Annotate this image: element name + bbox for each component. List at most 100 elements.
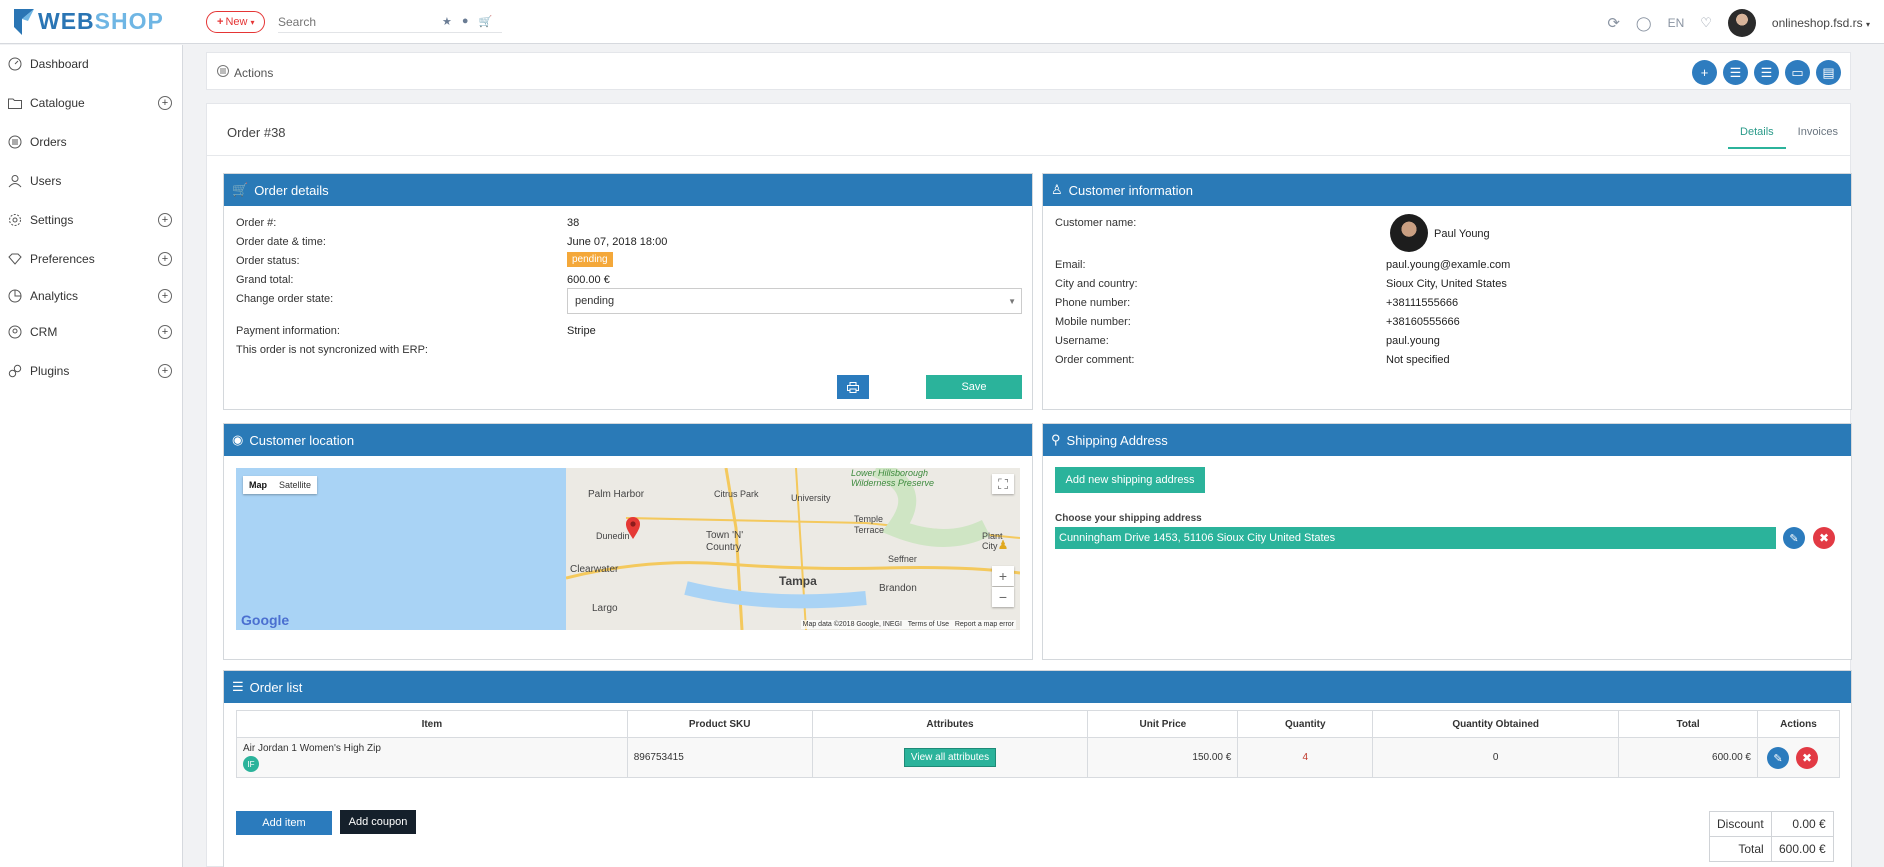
map-label: Temple Terrace [854,514,885,535]
save-button[interactable]: Save [926,375,1022,399]
sidebar-item-label: Plugins [30,364,70,378]
order-state-select[interactable]: pending ▼ [567,288,1022,314]
map-tab[interactable]: Map [243,476,273,494]
delete-item-button[interactable]: ✖ [1795,747,1818,769]
pencil-icon: ✎ [1789,532,1799,545]
discount-row: Discount 0.00 € [1709,811,1834,837]
sidebar-item-analytics[interactable]: Analytics + [0,283,183,309]
add-coupon-button[interactable]: Add coupon [340,810,416,834]
sidebar-item-users[interactable]: Users [0,168,183,194]
search-input[interactable] [278,14,438,29]
order-details-header: 🛒 Order details [224,174,1032,206]
expand-icon[interactable]: + [158,213,172,227]
actions-label[interactable]: Actions [217,65,273,80]
column-header-quantity-obtained[interactable]: Quantity Obtained [1372,710,1620,738]
street-view-icon[interactable]: ♟ [992,535,1014,555]
change-state-label: Change order state: [236,293,334,305]
document-icon[interactable]: ▤ [1816,60,1841,85]
delete-address-button[interactable]: ✖ [1813,527,1835,549]
user-menu[interactable]: onlineshop.fsd.rs ▾ [1772,16,1870,30]
page-title: Order #38 [227,125,286,140]
cart-icon[interactable]: 🛒 [479,15,493,28]
map-label: Clearwater [570,564,619,575]
report-link[interactable]: Report a map error [955,621,1014,628]
sidebar-item-catalogue[interactable]: Catalogue + [0,90,183,116]
expand-icon[interactable]: + [158,325,172,339]
fullscreen-icon[interactable]: ⛶ [992,474,1014,494]
pie-chart-icon [7,288,23,304]
bell-icon[interactable]: ♡ [1700,15,1712,31]
order-status-label: Order status: [236,255,300,267]
sidebar-item-plugins[interactable]: Plugins + [0,358,183,384]
sync-icon[interactable]: ⟳ [1607,14,1620,32]
star-icon[interactable]: ★ [442,15,452,28]
sidebar-item-orders[interactable]: Orders [0,129,183,155]
menu-icon [217,65,229,80]
map-label: Town 'N' Country [706,530,744,553]
actions-cell: ✎ ✖ [1756,737,1841,778]
zoom-out-button[interactable]: − [992,587,1014,607]
stack-icon[interactable]: ☰ [1754,60,1779,85]
add-icon[interactable]: + [1692,60,1717,85]
column-header-item[interactable]: Item [236,710,628,738]
customer-avatar [1390,214,1428,252]
erp-label: This order is not syncronized with ERP: [236,344,428,356]
order-comment-label: Order comment: [1055,354,1135,366]
discount-value: 0.00 € [1770,811,1834,837]
table-row: Air Jordan 1 Women's High Zip IF 8967534… [236,737,1841,778]
sidebar-item-crm[interactable]: CRM + [0,319,183,345]
add-item-button[interactable]: Add item [236,811,332,835]
gear-icon [7,212,23,228]
expand-icon[interactable]: + [158,96,172,110]
tab-invoices[interactable]: Invoices [1786,126,1850,149]
column-header-total[interactable]: Total [1618,710,1758,738]
layers-icon[interactable]: ☰ [1723,60,1748,85]
edit-item-button[interactable]: ✎ [1766,747,1789,769]
map-marker-icon[interactable] [625,516,641,540]
sidebar: Dashboard Catalogue + Orders Users Setti… [0,45,183,867]
map-label: University [791,493,831,503]
map-pin-icon: ◉ [232,432,244,447]
terms-link[interactable]: Terms of Use [908,621,949,628]
card-icon[interactable]: ▭ [1785,60,1810,85]
total-cell: 600.00 € [1618,737,1758,778]
sidebar-item-dashboard[interactable]: Dashboard [0,51,183,77]
order-number-label: Order #: [236,217,277,229]
map-data-text: Map data ©2018 Google, INEGI [802,621,902,628]
city-country-label: City and country: [1055,278,1138,290]
print-button[interactable] [837,375,869,399]
column-header-quantity[interactable]: Quantity [1237,710,1374,738]
phone-value: +38111555666 [1386,297,1459,309]
sidebar-item-label: Catalogue [30,96,85,110]
totals-table: Discount 0.00 € Total 600.00 € [1709,811,1834,862]
column-header-unit-price[interactable]: Unit Price [1087,710,1239,738]
new-button[interactable]: + New ▾ [206,11,266,33]
user-icon[interactable]: ● [462,15,469,28]
view-attributes-button[interactable]: View all attributes [903,748,997,767]
map-label: Largo [592,603,618,614]
tab-details[interactable]: Details [1728,126,1786,149]
globe-icon[interactable]: ◯ [1636,15,1652,32]
list-icon [7,134,23,150]
sidebar-item-settings[interactable]: Settings + [0,207,183,233]
expand-icon[interactable]: + [158,252,172,266]
expand-icon[interactable]: + [158,289,172,303]
pencil-icon: ✎ [1773,752,1783,765]
zoom-in-button[interactable]: + [992,566,1014,586]
edit-address-button[interactable]: ✎ [1783,527,1805,549]
language-selector[interactable]: EN [1668,16,1685,30]
sidebar-item-label: Settings [30,213,74,227]
sidebar-item-preferences[interactable]: Preferences + [0,246,183,272]
map-label: Tampa [779,574,817,588]
expand-icon[interactable]: + [158,364,172,378]
shipping-address-option[interactable]: Cunningham Drive 1453, 51106 Sioux City … [1055,527,1776,549]
add-shipping-address-button[interactable]: Add new shipping address [1055,467,1205,493]
map-view[interactable]: Map Satellite Palm Harbor Citrus Park Un… [236,468,1020,630]
webshop-logo[interactable]: WEBSHOP [14,8,164,35]
column-header-sku[interactable]: Product SKU [626,710,813,738]
satellite-tab[interactable]: Satellite [273,476,317,494]
user-avatar[interactable] [1727,9,1756,37]
item-name[interactable]: Air Jordan 1 Women's High Zip [243,743,627,754]
column-header-attributes[interactable]: Attributes [811,710,1089,738]
plugin-icon [7,363,23,379]
